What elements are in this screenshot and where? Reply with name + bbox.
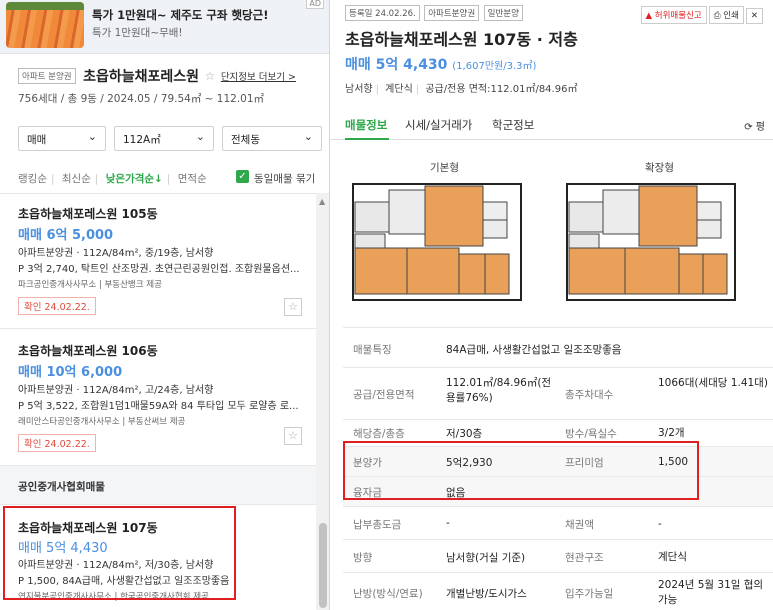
floor-plan-extended-image[interactable] xyxy=(565,182,737,302)
list-item[interactable]: 초읍하늘채포레스원 105동 매매 6억 5,000 아파트분양권 · 112A… xyxy=(0,194,316,328)
sort-low-price[interactable]: 낮은가격순↓ xyxy=(106,173,163,185)
listing-title: 초읍하늘채포레스원 105동 xyxy=(18,207,158,221)
scrollbar[interactable]: ▲ xyxy=(316,193,329,610)
listing-panel: 특가 1만원대~ 제주도 구좌 햇당근! 특가 1만원대~무배! AD 아파트 … xyxy=(0,0,330,610)
detail-row-loan: 융자금 없음 xyxy=(343,476,773,506)
tab-listing-info[interactable]: 매물정보 xyxy=(345,117,387,133)
same-listing-checkbox[interactable]: ✓ xyxy=(236,170,249,183)
detail-row-heating: 난방(방식/연료) 개별난방/도시가스 입주가능일 2024년 5월 31일 협… xyxy=(343,572,773,610)
ad-banner[interactable]: 특가 1만원대~ 제주도 구좌 햇당근! 특가 1만원대~무배! AD xyxy=(0,0,329,54)
detail-tags: 등록일 24.02.26. 아파트분양권 일반분양 xyxy=(345,5,524,21)
refresh-icon: ⟳ xyxy=(744,122,756,133)
complex-info-more-link[interactable]: 단지정보 더보기 > xyxy=(221,72,296,83)
section-title: 공인중개사협회매물 xyxy=(18,481,105,493)
listing-spec: 아파트분양권 · 112A/84m², 저/30층, 남서향 xyxy=(18,560,214,571)
sort-ranking[interactable]: 랭킹순 xyxy=(18,173,47,185)
list-item[interactable]: 초읍하늘채포레스원 106동 매매 10억 6,000 아파트분양권 · 112… xyxy=(0,329,316,453)
meta-direction: 남서향 xyxy=(345,84,373,95)
detail-row-feature: 매물특징 84A급매, 사생활간섭없고 일조조망좋음 xyxy=(343,327,773,367)
plan-label-basic: 기본형 xyxy=(430,162,459,174)
sort-latest[interactable]: 최신순 xyxy=(62,173,91,185)
unit-toggle-button[interactable]: ⟳ 평 xyxy=(744,118,765,133)
favorite-star-icon[interactable]: ☆ xyxy=(284,427,302,445)
favorite-star-icon[interactable]: ☆ xyxy=(205,69,216,83)
detail-row-sale-price: 분양가 5억2,930 프리미엄 1,500 xyxy=(343,446,773,476)
listing-confirm-badge: 확인 24.02.22. xyxy=(18,297,96,315)
meta-structure: 계단식 xyxy=(385,84,413,95)
favorite-star-icon[interactable]: ☆ xyxy=(284,298,302,316)
detail-price-per-unit: (1,607만원/3.3㎡) xyxy=(452,61,537,72)
detail-price-value: 매매 5억 4,430 xyxy=(345,57,448,73)
area-value: 112A㎡ xyxy=(123,134,161,146)
active-tab-underline xyxy=(345,138,389,140)
deal-type-value: 매매 xyxy=(27,134,47,146)
detail-row-floor: 해당층/총층 저/30층 방수/욕실수 3/2개 xyxy=(343,419,773,446)
print-button[interactable]: ⎙ 인쇄 xyxy=(708,6,744,24)
tab-price-history[interactable]: 시세/실거래가 xyxy=(405,117,472,133)
listing-agent: 연지불분공인중개사사무소 | 한국공인중개사협회 제공 xyxy=(18,592,209,602)
close-button[interactable]: ✕ xyxy=(745,8,763,24)
chevron-down-icon: ⌄ xyxy=(303,130,313,143)
register-date-tag: 등록일 24.02.26. xyxy=(345,5,420,21)
detail-row-area: 공급/전용면적 112.01㎡/84.96㎡(전용률76%) 총주차대수 106… xyxy=(343,367,773,419)
listing-list: 초읍하늘채포레스원 105동 매매 6억 5,000 아파트분양권 · 112A… xyxy=(0,193,316,610)
building-value: 전체동 xyxy=(231,134,260,146)
detail-panel: 등록일 24.02.26. 아파트분양권 일반분양 ▲ 허위매물신고 ⎙ 인쇄 ✕ … xyxy=(331,0,773,610)
sort-bar: 랭킹순 | 최신순 | 낮은가격순↓ | 면적순 ✓ 동일매물 묶기 xyxy=(18,170,316,186)
plan-label-extended: 확장형 xyxy=(645,162,674,174)
chevron-down-icon: ⌄ xyxy=(87,130,97,143)
listing-price: 매매 6억 5,000 xyxy=(18,228,114,243)
complex-name[interactable]: 초읍하늘채포레스원 xyxy=(83,66,199,86)
detail-row-payment: 납부총도금 - 채권액 - xyxy=(343,506,773,539)
siren-icon: ▲ xyxy=(645,11,655,21)
complex-summary: 756세대 / 총 9동 / 2024.05 / 79.54㎡ ~ 112.01… xyxy=(18,93,265,105)
ad-badge: AD xyxy=(306,0,324,9)
listing-price: 매매 5억 4,430 xyxy=(18,541,108,556)
scroll-up-icon[interactable]: ▲ xyxy=(319,197,325,206)
listing-title: 초읍하늘채포레스원 107동 xyxy=(18,521,158,535)
floor-plan-basic-image[interactable] xyxy=(351,182,523,302)
same-listing-label[interactable]: 동일매물 묶기 xyxy=(254,171,315,186)
list-item[interactable]: 초읍하늘채포레스원 107동 매매 5억 4,430 아파트분양권 · 112A… xyxy=(0,506,316,610)
chevron-down-icon: ⌄ xyxy=(195,130,205,143)
area-select[interactable]: 112A㎡ ⌄ xyxy=(114,126,214,151)
complex-header: 아파트 분양권 초읍하늘채포레스원 ☆ 단지정보 더보기 > xyxy=(18,66,318,86)
listing-desc: P 5억 3,522, 조합원1덤1매물59A와 84 투타입 모두 로얄층 로… xyxy=(18,401,299,412)
listing-agent: 래미안스타공인중개사사무소 | 부동산써브 제공 xyxy=(18,417,186,427)
detail-title: 초읍하늘채포레스원 107동 · 저층 xyxy=(345,30,578,49)
property-type-tag: 아파트분양권 xyxy=(424,5,480,21)
listing-desc: P 1,500, 84A급매, 사생활간섭없고 일조조망좋음 xyxy=(18,576,230,587)
section-header-association: 공인중개사협회매물 xyxy=(0,465,316,505)
sort-area[interactable]: 면적순 xyxy=(178,173,207,185)
ad-title: 특가 1만원대~ 제주도 구좌 햇당근! xyxy=(92,8,269,22)
deal-type-select[interactable]: 매매 ⌄ xyxy=(18,126,106,151)
building-select[interactable]: 전체동 ⌄ xyxy=(222,126,322,151)
listing-agent: 파크공인중개사사무소 | 부동산뱅크 제공 xyxy=(18,280,162,290)
tab-school-info[interactable]: 학군정보 xyxy=(492,117,534,133)
meta-area: 공급/전용 면적:112.01㎡/84.96㎡ xyxy=(425,84,578,95)
detail-row-direction: 방향 남서향(거실 기준) 현관구조 계단식 xyxy=(343,539,773,572)
listing-desc: P 3억 2,740, 탁트인 산조망권. 초연근린공원인접. 조합원물옵션..… xyxy=(18,264,300,275)
close-icon: ✕ xyxy=(750,11,758,21)
detail-meta: 남서향 | 계단식 | 공급/전용 면적:112.01㎡/84.96㎡ xyxy=(345,84,578,95)
listing-spec: 아파트분양권 · 112A/84m², 중/19층, 남서향 xyxy=(18,248,214,259)
listing-confirm-badge: 확인 24.02.22. xyxy=(18,434,96,452)
complex-type-tag: 아파트 분양권 xyxy=(18,68,76,84)
listing-price: 매매 10억 6,000 xyxy=(18,365,123,380)
report-fake-listing-button[interactable]: ▲ 허위매물신고 xyxy=(640,6,707,24)
detail-tabs: 매물정보 시세/실거래가 학군정보 ⟳ 평 xyxy=(331,108,773,140)
sale-type-tag: 일반분양 xyxy=(483,5,523,21)
ad-image-carrots xyxy=(6,2,84,48)
scroll-thumb[interactable] xyxy=(319,523,327,608)
listing-spec: 아파트분양권 · 112A/84m², 고/24층, 남서향 xyxy=(18,385,214,396)
detail-price: 매매 5억 4,430 (1,607만원/3.3㎡) xyxy=(345,54,536,74)
listing-title: 초읍하늘채포레스원 106동 xyxy=(18,344,158,358)
detail-actions: ▲ 허위매물신고 ⎙ 인쇄 ✕ xyxy=(639,6,763,24)
print-icon: ⎙ xyxy=(713,11,724,21)
ad-subtitle: 특가 1만원대~무배! xyxy=(92,27,183,39)
